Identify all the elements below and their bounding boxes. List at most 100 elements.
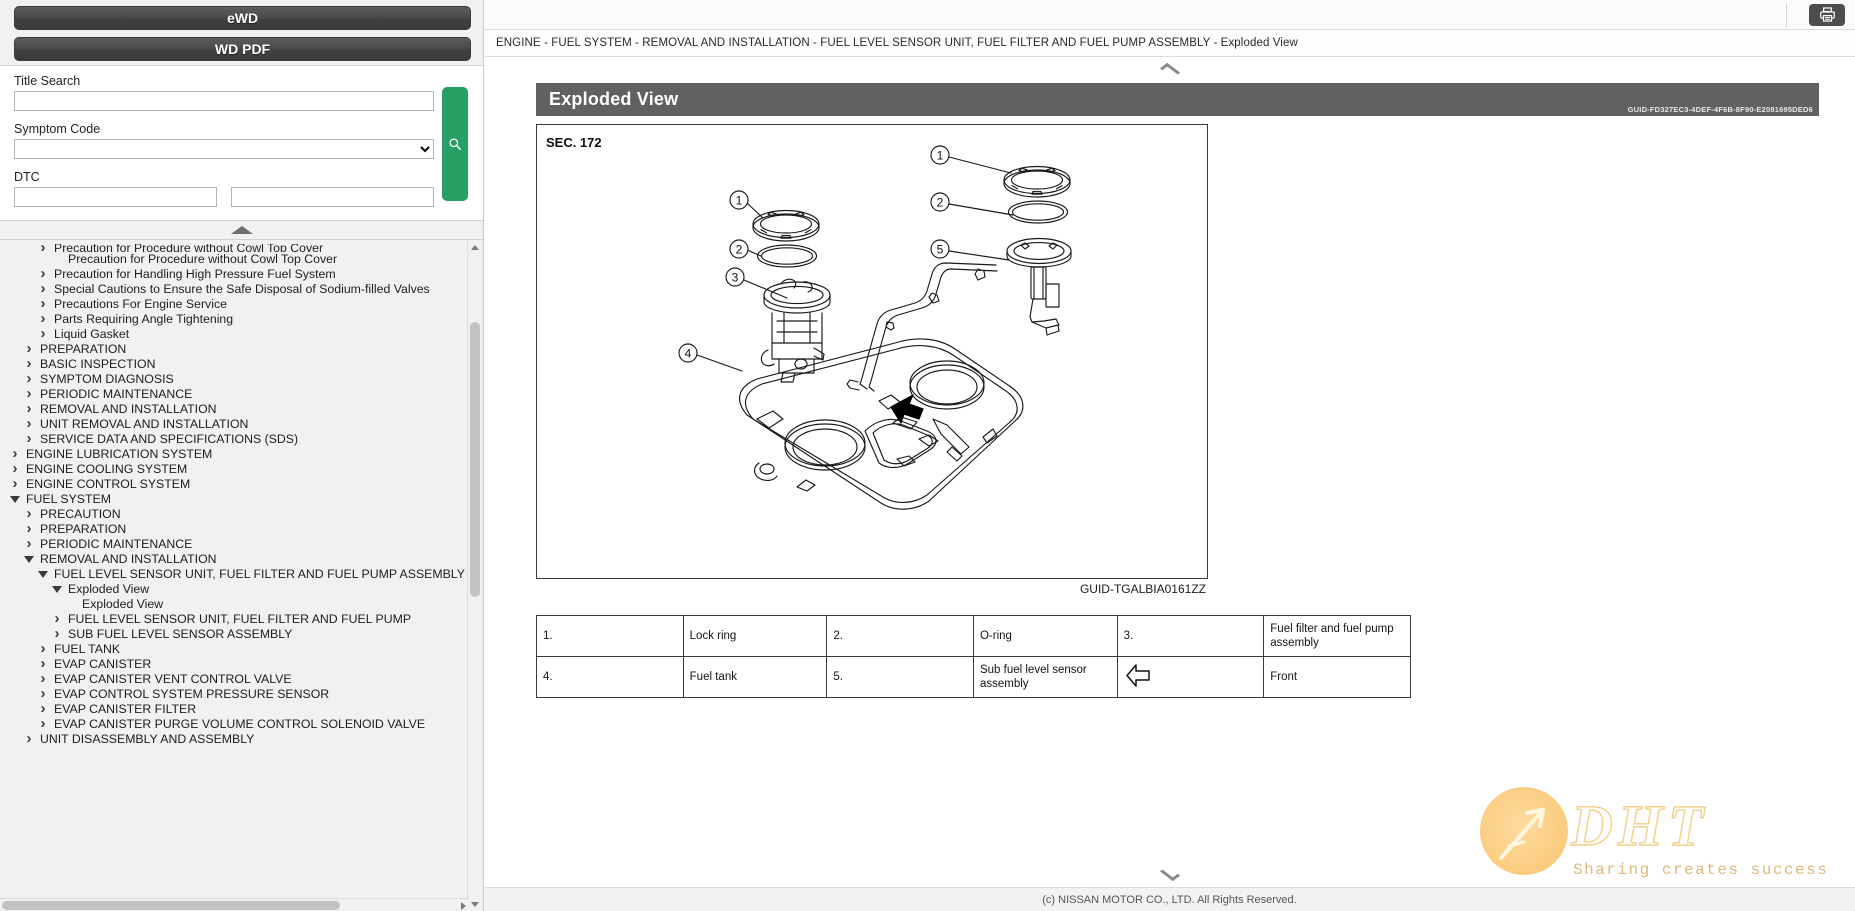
tree-item[interactable]: Precaution for Procedure without Cowl To… — [0, 252, 455, 267]
symptom-code-select[interactable] — [14, 139, 434, 159]
triangle-down-icon[interactable] — [8, 492, 22, 507]
chevron-right-icon[interactable] — [50, 626, 64, 643]
tree-horizontal-scrollbar[interactable] — [0, 898, 470, 911]
print-button[interactable] — [1809, 3, 1845, 26]
tree-item[interactable]: EVAP CANISTER VENT CONTROL VALVE — [0, 672, 455, 687]
tree-item-label: PREPARATION — [40, 522, 127, 536]
tree-item[interactable]: ENGINE CONTROL SYSTEM — [0, 477, 455, 492]
dtc-input-1[interactable] — [14, 187, 217, 207]
tree-item[interactable]: FUEL SYSTEM — [0, 492, 455, 507]
breadcrumb: ENGINE - FUEL SYSTEM - REMOVAL AND INSTA… — [484, 30, 1855, 57]
wd-pdf-button-label: WD PDF — [214, 41, 271, 57]
tree-item-label: SERVICE DATA AND SPECIFICATIONS (SDS) — [40, 432, 299, 446]
document-scroll-up-button[interactable] — [484, 57, 1855, 79]
sidebar-collapse-toggle[interactable] — [0, 221, 483, 240]
tree-item-label: Precaution for Procedure without Cowl To… — [68, 252, 338, 266]
tree-item[interactable]: REMOVAL AND INSTALLATION — [0, 552, 455, 567]
scroll-right-arrow-button[interactable] — [457, 899, 470, 911]
tree-item[interactable]: EVAP CANISTER — [0, 657, 455, 672]
tree-item-label: PERIODIC MAINTENANCE — [40, 537, 193, 551]
ewd-button[interactable]: eWD — [14, 6, 471, 30]
figure-caption: GUID-TGALBIA0161ZZ — [536, 582, 1208, 596]
chevron-right-icon[interactable] — [36, 716, 50, 733]
tree-item-label: EVAP CANISTER — [54, 657, 152, 671]
tree-item[interactable]: ENGINE LUBRICATION SYSTEM — [0, 447, 455, 462]
tree-item-label: PREPARATION — [40, 342, 127, 356]
tree-item-label: SYMPTOM DIAGNOSIS — [40, 372, 174, 386]
tree-item[interactable]: EVAP CANISTER PURGE VOLUME CONTROL SOLEN… — [0, 717, 455, 732]
tree-item[interactable]: UNIT REMOVAL AND INSTALLATION — [0, 417, 455, 432]
triangle-down-icon[interactable] — [22, 552, 36, 567]
tree-vertical-scrollbar[interactable] — [467, 240, 482, 911]
tree-item-label: FUEL LEVEL SENSOR UNIT, FUEL FILTER AND … — [68, 612, 412, 626]
tree-item-label: Parts Requiring Angle Tightening — [54, 312, 234, 326]
title-search-input[interactable] — [14, 91, 434, 111]
tree-item[interactable]: SYMPTOM DIAGNOSIS — [0, 372, 455, 387]
tree-item[interactable]: Exploded View — [0, 597, 455, 612]
tree-item[interactable]: UNIT DISASSEMBLY AND ASSEMBLY — [0, 732, 455, 747]
arrow-down-icon — [471, 901, 479, 907]
svg-text:3: 3 — [732, 271, 739, 285]
tree-item[interactable]: REMOVAL AND INSTALLATION — [0, 402, 455, 417]
tree-item[interactable]: PERIODIC MAINTENANCE — [0, 537, 455, 552]
tree-item[interactable]: BASIC INSPECTION — [0, 357, 455, 372]
wd-pdf-button[interactable]: WD PDF — [14, 37, 471, 61]
horizontal-scroll-thumb[interactable] — [2, 901, 340, 910]
tree-item[interactable]: Exploded View — [0, 582, 455, 597]
part-number: 2. — [826, 615, 974, 657]
search-panel: Title Search Symptom Code DTC — [0, 65, 483, 221]
navigation-tree: Precaution for Procedure without Cowl To… — [0, 240, 465, 747]
chevron-right-icon[interactable] — [36, 244, 50, 252]
chevron-right-icon[interactable] — [8, 476, 22, 493]
part-name: O-ring — [972, 615, 1118, 657]
tree-item[interactable]: Special Cautions to Ensure the Safe Disp… — [0, 282, 455, 297]
tree-item[interactable]: FUEL LEVEL SENSOR UNIT, FUEL FILTER AND … — [0, 567, 465, 582]
parts-table-body: 1. Lock ring 2. O-ring 3. Fuel filter an… — [536, 615, 1411, 698]
dtc-label: DTC — [14, 170, 40, 184]
chevron-right-icon[interactable] — [22, 431, 36, 448]
footer: (c) NISSAN MOTOR CO., LTD. All Rights Re… — [484, 887, 1855, 911]
tree-item[interactable]: PERIODIC MAINTENANCE — [0, 387, 455, 402]
document-scroll-down-button[interactable] — [484, 863, 1855, 887]
tree-item[interactable]: PREPARATION — [0, 342, 455, 357]
scroll-down-arrow-button[interactable] — [468, 897, 482, 911]
svg-text:1: 1 — [736, 194, 743, 208]
chevron-right-icon[interactable] — [36, 326, 50, 343]
triangle-down-icon[interactable] — [50, 582, 64, 597]
scroll-up-arrow-button[interactable] — [468, 240, 482, 254]
svg-text:2: 2 — [736, 243, 743, 257]
title-search-label: Title Search — [14, 74, 81, 88]
tree-item[interactable]: Parts Requiring Angle Tightening — [0, 312, 455, 327]
tree-item-label: EVAP CANISTER PURGE VOLUME CONTROL SOLEN… — [54, 717, 426, 731]
tree-item[interactable]: FUEL TANK — [0, 642, 455, 657]
tree-item[interactable]: PRECAUTION — [0, 507, 455, 522]
tree-item-label: Precaution for Handling High Pressure Fu… — [54, 267, 336, 281]
arrow-right-icon — [461, 901, 466, 910]
tree-item[interactable]: FUEL LEVEL SENSOR UNIT, FUEL FILTER AND … — [0, 612, 455, 627]
vertical-scroll-thumb[interactable] — [470, 322, 480, 597]
tree-item[interactable]: Precaution for Handling High Pressure Fu… — [0, 267, 455, 282]
dtc-row — [14, 187, 483, 207]
tree-item[interactable]: Precaution for Procedure without Cowl To… — [0, 244, 455, 252]
tree-item[interactable]: SERVICE DATA AND SPECIFICATIONS (SDS) — [0, 432, 455, 447]
tree-item[interactable]: EVAP CANISTER FILTER — [0, 702, 455, 717]
chevron-right-icon[interactable] — [22, 731, 36, 748]
tree-item[interactable]: Liquid Gasket — [0, 327, 455, 342]
dtc-input-2[interactable] — [231, 187, 434, 207]
tree-item-label: FUEL LEVEL SENSOR UNIT, FUEL FILTER AND … — [54, 567, 465, 581]
tree-item[interactable]: PREPARATION — [0, 522, 455, 537]
tree-item[interactable]: EVAP CONTROL SYSTEM PRESSURE SENSOR — [0, 687, 455, 702]
svg-text:2: 2 — [937, 196, 944, 210]
tree-item-label: FUEL SYSTEM — [26, 492, 111, 506]
chevron-right-icon[interactable] — [22, 536, 36, 553]
tree-item-label: FUEL TANK — [54, 642, 121, 656]
triangle-down-icon[interactable] — [36, 567, 50, 582]
tree-item[interactable]: SUB FUEL LEVEL SENSOR ASSEMBLY — [0, 627, 455, 642]
tree-item[interactable]: Precautions For Engine Service — [0, 297, 455, 312]
table-row: 1. Lock ring 2. O-ring 3. Fuel filter an… — [536, 615, 1411, 657]
chevron-down-icon — [1159, 865, 1180, 881]
tree-item[interactable]: ENGINE COOLING SYSTEM — [0, 462, 455, 477]
tree-item-label: PRECAUTION — [40, 507, 121, 521]
tree-item-label: UNIT DISASSEMBLY AND ASSEMBLY — [40, 732, 255, 746]
search-button[interactable] — [442, 87, 468, 201]
